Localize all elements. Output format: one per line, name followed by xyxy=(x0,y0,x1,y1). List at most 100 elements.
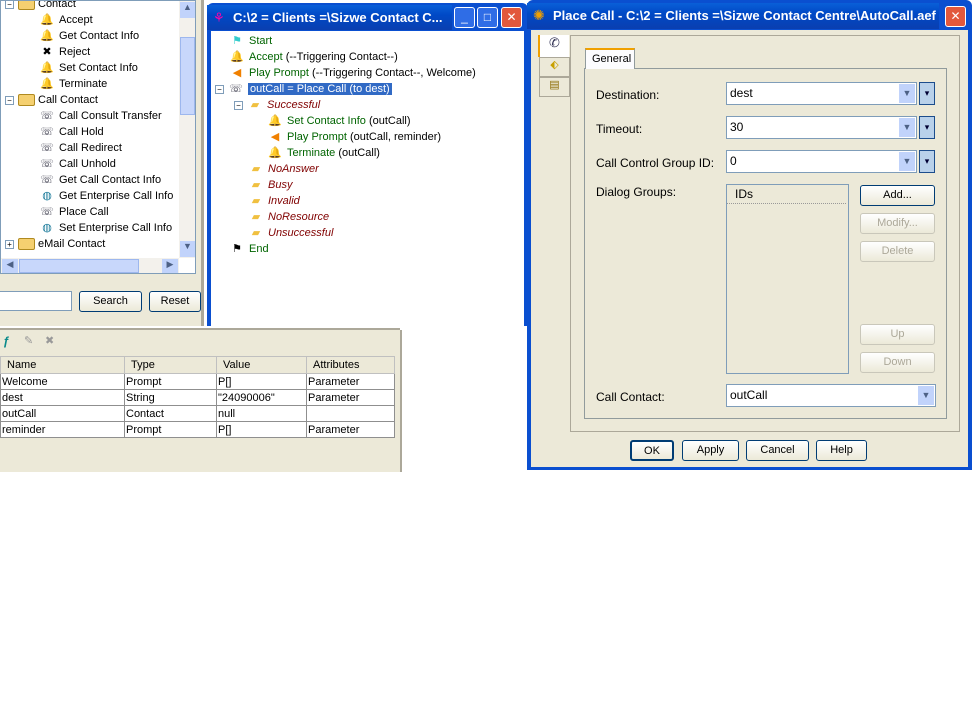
script-branch[interactable]: ▰ Unsuccessful xyxy=(234,225,334,241)
scroll-left-button[interactable]: ◀ xyxy=(2,259,18,273)
designer-title: C:\2 = Clients =\Sizwe Contact C... xyxy=(207,5,452,30)
search-button[interactable]: Search xyxy=(79,291,142,312)
chevron-down-icon[interactable]: ▼ xyxy=(918,386,934,405)
edit-variable-icon[interactable]: ✎ xyxy=(24,334,33,347)
dialog-close-button[interactable]: ✕ xyxy=(945,6,966,27)
column-name[interactable]: Name xyxy=(0,356,125,374)
start-flag-icon: ⚑ xyxy=(232,35,242,48)
palette-folder[interactable]: − Call Contact xyxy=(5,92,98,108)
palette-folder[interactable]: − Contact xyxy=(5,1,76,12)
call-contact-combo[interactable]: outCall ▼ xyxy=(726,384,936,407)
collapse-icon[interactable]: − xyxy=(215,84,224,94)
chevron-down-icon[interactable]: ▼ xyxy=(899,152,915,171)
scroll-down-button[interactable]: ▼ xyxy=(180,241,195,257)
vertical-scrollbar[interactable]: ▲ ▼ xyxy=(179,1,195,258)
step-args: (outCall, reminder) xyxy=(346,131,442,143)
palette-search-input[interactable] xyxy=(0,291,72,311)
scroll-right-button[interactable]: ▶ xyxy=(162,259,178,273)
palette-item[interactable]: ☏ Call Consult Transfer xyxy=(39,108,162,124)
palette-item[interactable]: 🔔 Set Contact Info xyxy=(39,60,138,76)
expand-icon[interactable]: + xyxy=(5,239,14,249)
delete-variable-icon[interactable]: ✖ xyxy=(45,334,54,347)
scroll-thumb[interactable] xyxy=(180,37,195,115)
script-step[interactable]: 🔔 Set Contact Info (outCall) xyxy=(253,113,411,129)
table-cell: String xyxy=(124,389,217,406)
column-attributes[interactable]: Attributes xyxy=(306,356,395,374)
palette-item[interactable]: ☏ Call Hold xyxy=(39,124,104,140)
destination-combo[interactable]: dest ▼ xyxy=(726,82,917,105)
chevron-down-icon[interactable]: ▼ xyxy=(899,118,915,137)
palette-item[interactable]: 🔔 Get Contact Info xyxy=(39,28,139,44)
script-step[interactable]: ⚑ Start xyxy=(215,33,272,49)
maximize-button[interactable]: □ xyxy=(477,7,498,28)
branch-icon: ▰ xyxy=(251,195,261,208)
scroll-hthumb[interactable] xyxy=(19,259,139,273)
table-row[interactable]: reminder Prompt P[] Parameter xyxy=(0,421,395,438)
collapse-icon[interactable]: − xyxy=(234,100,243,110)
script-branch[interactable]: − ▰ Successful xyxy=(234,97,320,113)
speaker-icon: ◀ xyxy=(270,131,280,144)
phone-unhold-icon: ☏ xyxy=(40,158,54,171)
table-row[interactable]: Welcome Prompt P[] Parameter xyxy=(0,373,395,390)
table-row[interactable]: dest String "24090006" Parameter xyxy=(0,389,395,406)
side-tab-general[interactable]: ✆ xyxy=(538,35,569,57)
script-branch[interactable]: ▰ NoAnswer xyxy=(234,161,319,177)
ok-button[interactable]: OK xyxy=(630,440,674,461)
palette-item[interactable]: ✖ Reject xyxy=(39,44,90,60)
scroll-up-button[interactable]: ▲ xyxy=(180,2,195,18)
cancel-button[interactable]: Cancel xyxy=(746,440,809,461)
dialog-groups-list[interactable]: IDs xyxy=(726,184,849,374)
script-step[interactable]: − ☏ outCall = Place Call (to dest) xyxy=(215,81,392,97)
apply-button[interactable]: Apply xyxy=(682,440,739,461)
minimize-button[interactable]: _ xyxy=(454,7,475,28)
chevron-down-icon[interactable]: ▼ xyxy=(899,84,915,103)
help-button[interactable]: Help xyxy=(816,440,867,461)
horizontal-scrollbar[interactable]: ◀ ▶ xyxy=(1,258,179,273)
collapse-icon[interactable]: − xyxy=(5,1,14,9)
palette-item[interactable]: ◍ Set Enterprise Call Info xyxy=(39,220,172,236)
script-tree: ⚑ Start 🔔 Accept (--Triggering Contact--) ◀ P… xyxy=(211,31,524,326)
destination-expression-button[interactable]: ▾ xyxy=(919,82,935,105)
add-variable-icon[interactable]: ƒ xyxy=(3,334,10,348)
palette-item[interactable]: 🔔 Accept xyxy=(39,12,93,28)
side-tab-notes[interactable]: ▤ xyxy=(539,77,570,97)
palette-item[interactable]: ☏ Place Call xyxy=(39,204,108,220)
table-cell: Contact xyxy=(124,405,217,422)
destination-label: Destination: xyxy=(596,88,660,102)
reject-icon: ✖ xyxy=(42,46,52,59)
table-row[interactable]: outCall Contact null xyxy=(0,405,395,422)
add-button[interactable]: Add... xyxy=(860,185,935,206)
script-step[interactable]: ⚑ End xyxy=(215,241,269,257)
script-step[interactable]: 🔔 Accept (--Triggering Contact--) xyxy=(215,49,398,65)
script-branch[interactable]: ▰ NoResource xyxy=(234,209,329,225)
timeout-expression-button[interactable]: ▾ xyxy=(919,116,935,139)
side-tab-label[interactable]: ⬖ xyxy=(539,57,570,77)
ccg-combo[interactable]: 0 ▼ xyxy=(726,150,917,173)
step-name: Busy xyxy=(268,179,293,191)
palette-item[interactable]: 🔔 Terminate xyxy=(39,76,107,92)
palette-tree: − Contact 🔔 Accept 🔔 Get Contact Info ✖ Reject 🔔… xyxy=(0,0,196,274)
ccg-expression-button[interactable]: ▾ xyxy=(919,150,935,173)
script-step[interactable]: 🔔 Terminate (outCall) xyxy=(253,145,380,161)
script-branch[interactable]: ▰ Busy xyxy=(234,177,293,193)
reset-button[interactable]: Reset xyxy=(149,291,201,312)
timeout-value: 30 xyxy=(730,120,744,134)
script-step[interactable]: ◀ Play Prompt (--Triggering Contact--, We… xyxy=(215,65,476,81)
palette-item[interactable]: ☏ Call Redirect xyxy=(39,140,122,156)
timeout-label: Timeout: xyxy=(596,122,643,136)
palette-folder[interactable]: + eMail Contact xyxy=(5,236,105,252)
timeout-combo[interactable]: 30 ▼ xyxy=(726,116,917,139)
column-value[interactable]: Value xyxy=(216,356,307,374)
ids-header[interactable]: IDs xyxy=(727,185,846,204)
palette-item[interactable]: ◍ Get Enterprise Call Info xyxy=(39,188,173,204)
palette-item[interactable]: ☏ Get Call Contact Info xyxy=(39,172,161,188)
tab-general[interactable]: General xyxy=(585,48,635,69)
close-button[interactable]: ✕ xyxy=(501,7,522,28)
palette-item[interactable]: ☏ Call Unhold xyxy=(39,156,116,172)
script-step[interactable]: ◀ Play Prompt (outCall, reminder) xyxy=(253,129,441,145)
step-name: Play Prompt xyxy=(287,131,347,143)
step-args: (outCall) xyxy=(365,115,411,127)
column-type[interactable]: Type xyxy=(124,356,217,374)
collapse-icon[interactable]: − xyxy=(5,95,14,105)
script-branch[interactable]: ▰ Invalid xyxy=(234,193,300,209)
